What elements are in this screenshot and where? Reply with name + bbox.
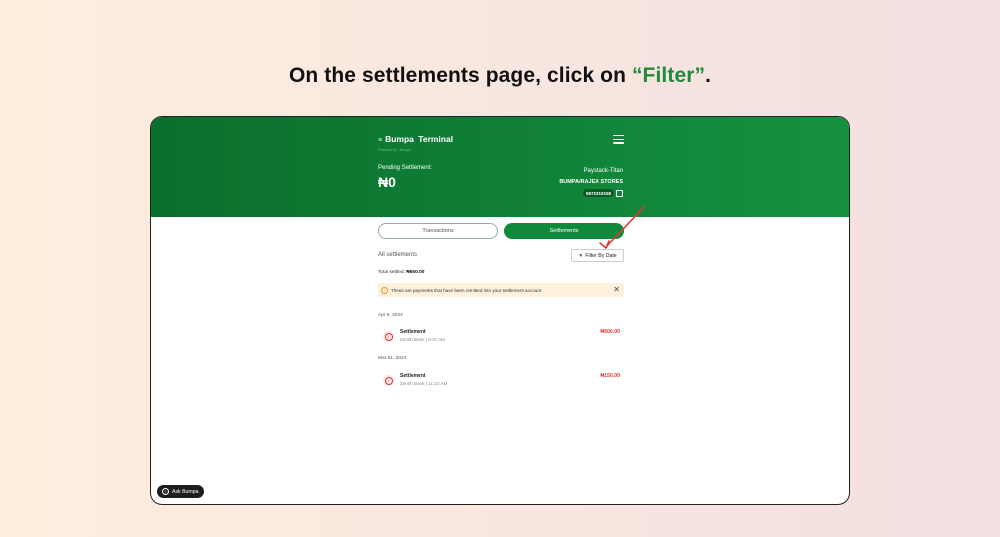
settlement-icon: ↓ [383,375,394,386]
filter-by-date-button[interactable]: ▼ Filter By Date [571,249,624,262]
brand-suffix: Terminal [418,134,454,144]
hamburger-menu-icon[interactable] [613,135,624,146]
info-notice: ! These are payments that have been remi… [378,283,624,297]
list-item[interactable]: ↓ Settlement Zenith Bank | 8:37 AM ₦500.… [378,329,624,349]
item-amount: ₦150.00 [600,373,620,379]
account-number-block: 9872319158 [582,189,623,197]
instruction-prefix: On the settlements page, click on [288,64,632,87]
notice-text: These are payments that have been remitt… [391,287,542,293]
bank-name: Paystack-Titan [583,168,623,174]
instruction-suffix: . [705,64,712,87]
bumpa-logo-icon: ≡ [378,137,383,144]
filter-icon: ▼ [578,252,584,259]
total-settled: Total settled: ₦650.00 [378,270,424,275]
item-title: Settlement [400,329,426,335]
ask-bumpa-label: Ask Bumpa [172,488,199,495]
settlement-icon: ↓ [383,331,394,342]
pending-settlement-label: Pending Settlement: [378,165,433,171]
copy-icon[interactable] [616,189,623,197]
tab-bar: Transactions Settlements [378,223,624,239]
item-subtitle: Zenith Bank | 8:37 AM [400,337,446,342]
help-icon: ? [162,488,169,495]
item-subtitle: Zenith Bank | 11:23 AM [400,381,448,386]
brand-tagline: Powered by · Bumpa [378,148,411,152]
total-value: ₦650.00 [406,270,425,275]
account-name: BUMPA/RAJEX STORES [559,179,623,185]
account-number: 9872319158 [582,189,614,197]
app-window: ≡ Bumpa Terminal Powered by · Bumpa Pendi… [150,116,850,505]
item-title: Settlement [400,373,426,379]
total-label: Total settled: [378,270,405,275]
filter-label: Filter By Date [585,252,617,259]
instruction-highlight: “Filter” [631,64,706,87]
header-banner: ≡ Bumpa Terminal Powered by · Bumpa Pendi… [151,117,849,217]
brand-logo: ≡ Bumpa Terminal [378,134,453,144]
brand-name: Bumpa [385,134,414,144]
group-date: Mar 31, 2024 [378,356,407,361]
group-date: Apr 9, 2024 [378,313,403,318]
tab-settlements[interactable]: Settlements [504,223,624,239]
item-amount: ₦500.00 [600,329,620,335]
ask-bumpa-button[interactable]: ? Ask Bumpa [157,485,204,498]
instruction-heading: On the settlements page, click on “Filte… [0,64,1000,88]
close-icon[interactable]: ✕ [613,286,620,294]
pending-settlement-amount: ₦0 [378,174,396,190]
tab-transactions[interactable]: Transactions [378,223,498,239]
section-title: All settlements [378,252,418,258]
list-item[interactable]: ↓ Settlement Zenith Bank | 11:23 AM ₦150… [378,373,624,393]
info-icon: ! [381,286,388,294]
